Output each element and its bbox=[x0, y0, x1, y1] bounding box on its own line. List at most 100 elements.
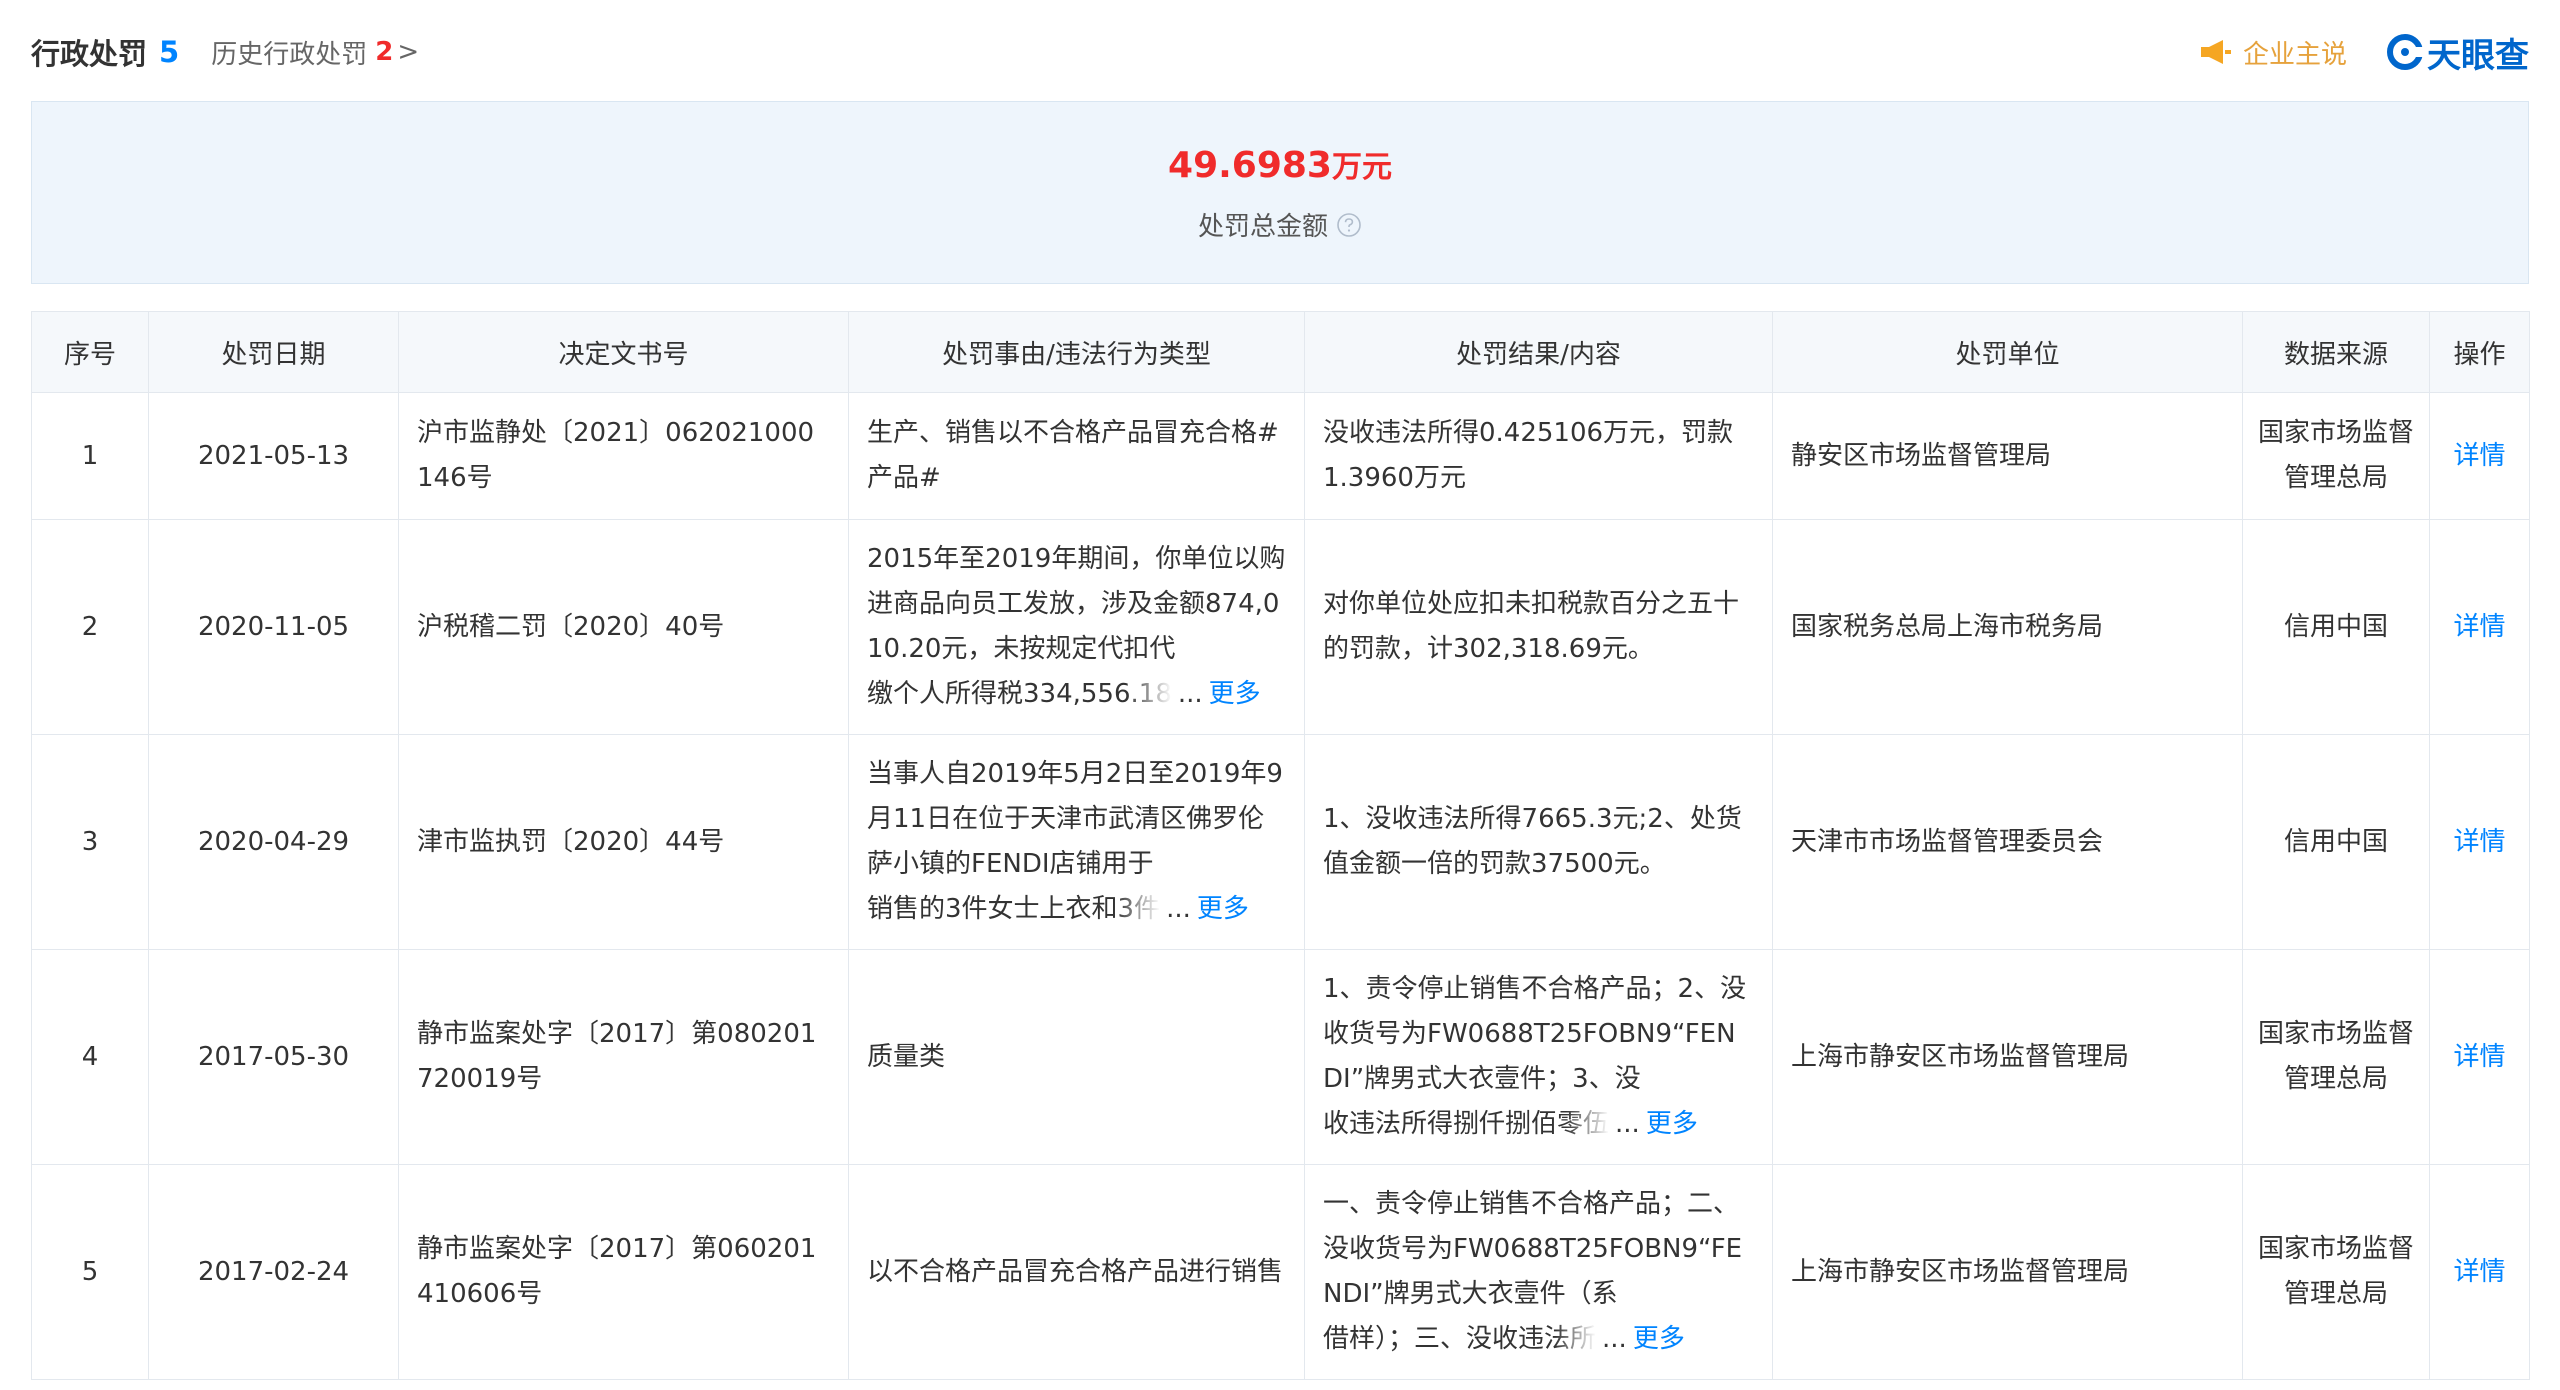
history-label: 历史行政处罚 bbox=[211, 39, 368, 70]
enterprise-statement-button[interactable]: 企业主说 bbox=[2199, 34, 2347, 71]
cell-date: 2017-02-24 bbox=[148, 1164, 399, 1380]
tianyancha-logo-icon bbox=[2387, 34, 2423, 70]
total-amount: 49.6983万元 bbox=[32, 142, 2528, 186]
megaphone-icon bbox=[2200, 40, 2231, 64]
cell-index: 5 bbox=[31, 1164, 149, 1380]
cell-index: 2 bbox=[31, 519, 149, 735]
cell-doc-no: 津市监执罚〔2020〕44号 bbox=[398, 734, 849, 950]
total-amount-caption: 处罚总金额 bbox=[1197, 212, 1328, 242]
ellipsis: ... bbox=[1602, 1324, 1627, 1354]
cell-reason: 生产、销售以不合格产品冒充合格#产品# bbox=[848, 392, 1305, 520]
cell-doc-no: 沪税稽二罚〔2020〕40号 bbox=[398, 519, 849, 735]
cell-index: 4 bbox=[31, 949, 149, 1165]
column-header: 序号 bbox=[31, 311, 149, 393]
detail-link[interactable]: 详情 bbox=[2453, 612, 2505, 642]
cell-action: 详情 bbox=[2429, 734, 2530, 950]
cell-source: 信用中国 bbox=[2242, 519, 2430, 735]
enterprise-label: 企业主说 bbox=[2242, 39, 2347, 70]
result-text: 一、责令停止销售不合格产品；二、没收货号为FW0688T25FOBN9“FEND… bbox=[1323, 1189, 1743, 1309]
table-row: 3 2020-04-29 津市监执罚〔2020〕44号 当事人自2019年5月2… bbox=[31, 734, 2530, 950]
cell-unit: 静安区市场监督管理局 bbox=[1772, 392, 2243, 520]
cell-result: 1、没收违法所得7665.3元;2、处货值金额一倍的罚款37500元。 bbox=[1304, 734, 1773, 950]
cell-reason: 2015年至2019年期间，你单位以购进商品向员工发放，涉及金额874,010.… bbox=[848, 519, 1305, 735]
penalty-summary: 49.6983万元 处罚总金额 bbox=[31, 101, 2529, 284]
header-right: 企业主说 天眼查 bbox=[2199, 28, 2529, 77]
cell-index: 1 bbox=[31, 392, 149, 520]
penalty-table: 序号 处罚日期 决定文书号 处罚事由/违法行为类型 处罚结果/内容 处罚单位 数… bbox=[31, 311, 2530, 1380]
more-link[interactable]: 更多 bbox=[1646, 1102, 1698, 1147]
cell-result: 对你单位处应扣未扣税款百分之五十的罚款，计302,318.69元。 bbox=[1304, 519, 1773, 735]
cell-action: 详情 bbox=[2429, 392, 2530, 520]
table-header-row: 序号 处罚日期 决定文书号 处罚事由/违法行为类型 处罚结果/内容 处罚单位 数… bbox=[31, 311, 2530, 393]
more-link[interactable]: 更多 bbox=[1197, 887, 1249, 932]
cell-reason: 以不合格产品冒充合格产品进行销售 bbox=[848, 1164, 1305, 1380]
question-circle-icon[interactable] bbox=[1336, 212, 1362, 238]
result-text-tail: 借样）；三、没收违法所 bbox=[1323, 1324, 1597, 1354]
cell-reason: 当事人自2019年5月2日至2019年9月11日在位于天津市武清区佛罗伦萨小镇的… bbox=[848, 734, 1305, 950]
chevron-right-icon: > bbox=[397, 37, 420, 67]
cell-date: 2020-11-05 bbox=[148, 519, 399, 735]
cell-date: 2021-05-13 bbox=[148, 392, 399, 520]
table-row: 1 2021-05-13 沪市监静处〔2021〕062021000146号 生产… bbox=[31, 392, 2530, 520]
cell-date: 2020-04-29 bbox=[148, 734, 399, 950]
cell-action: 详情 bbox=[2429, 949, 2530, 1165]
column-header: 处罚日期 bbox=[148, 311, 399, 393]
total-amount-label: 处罚总金额 bbox=[32, 206, 2528, 243]
cell-source: 国家市场监督管理总局 bbox=[2242, 949, 2430, 1165]
cell-unit: 国家税务总局上海市税务局 bbox=[1772, 519, 2243, 735]
cell-reason: 质量类 bbox=[848, 949, 1305, 1165]
cell-action: 详情 bbox=[2429, 1164, 2530, 1380]
total-amount-unit: 万元 bbox=[1331, 150, 1392, 185]
column-header: 数据来源 bbox=[2242, 311, 2430, 393]
result-text: 1、责令停止销售不合格产品；2、没收货号为FW0688T25FOBN9“FEND… bbox=[1323, 974, 1747, 1094]
table-row: 4 2017-05-30 静市监案处字〔2017〕第080201720019号 … bbox=[31, 949, 2530, 1165]
column-header: 处罚结果/内容 bbox=[1304, 311, 1773, 393]
result-text-tail: 收违法所得捌仟捌佰零伍 bbox=[1323, 1109, 1610, 1139]
cell-source: 国家市场监督管理总局 bbox=[2242, 1164, 2430, 1380]
column-header: 处罚事由/违法行为类型 bbox=[848, 311, 1305, 393]
cell-doc-no: 沪市监静处〔2021〕062021000146号 bbox=[398, 392, 849, 520]
cell-unit: 上海市静安区市场监督管理局 bbox=[1772, 949, 2243, 1165]
cell-result: 一、责令停止销售不合格产品；二、没收货号为FW0688T25FOBN9“FEND… bbox=[1304, 1164, 1773, 1380]
cell-result: 没收违法所得0.425106万元，罚款1.3960万元 bbox=[1304, 392, 1773, 520]
column-header: 操作 bbox=[2429, 311, 2530, 393]
history-count: 2 bbox=[375, 37, 394, 67]
reason-text-tail: 缴个人所得税334,556.18 bbox=[867, 679, 1172, 709]
reason-more-line: 缴个人所得税334,556.18 ... 更多 bbox=[867, 672, 1286, 717]
cell-action: 详情 bbox=[2429, 519, 2530, 735]
cell-doc-no: 静市监案处字〔2017〕第080201720019号 bbox=[398, 949, 849, 1165]
cell-result: 1、责令停止销售不合格产品；2、没收货号为FW0688T25FOBN9“FEND… bbox=[1304, 949, 1773, 1165]
table-row: 5 2017-02-24 静市监案处字〔2017〕第060201410606号 … bbox=[31, 1164, 2530, 1380]
section-count: 5 bbox=[159, 35, 180, 69]
brand-label: 天眼查 bbox=[2427, 35, 2529, 76]
cell-source: 国家市场监督管理总局 bbox=[2242, 392, 2430, 520]
cell-unit: 天津市市场监督管理委员会 bbox=[1772, 734, 2243, 950]
reason-text-tail: 销售的3件女士上衣和3件 bbox=[867, 894, 1161, 924]
more-link[interactable]: 更多 bbox=[1209, 672, 1261, 717]
history-penalty-link[interactable]: 历史行政处罚 2 > bbox=[211, 34, 419, 71]
section-title: 行政处罚 bbox=[31, 37, 148, 71]
detail-link[interactable]: 详情 bbox=[2453, 1042, 2505, 1072]
reason-text: 当事人自2019年5月2日至2019年9月11日在位于天津市武清区佛罗伦萨小镇的… bbox=[867, 759, 1283, 879]
brand-logo: 天眼查 bbox=[2387, 28, 2529, 77]
ellipsis: ... bbox=[1177, 679, 1203, 709]
ellipsis: ... bbox=[1615, 1109, 1640, 1139]
page: 行政处罚 5 历史行政处罚 2 > 企业主说 天眼查 49.6983万元 处罚总… bbox=[0, 0, 2560, 1390]
ellipsis: ... bbox=[1166, 894, 1191, 924]
cell-doc-no: 静市监案处字〔2017〕第060201410606号 bbox=[398, 1164, 849, 1380]
more-link[interactable]: 更多 bbox=[1633, 1317, 1685, 1362]
total-amount-value: 49.6983 bbox=[1168, 145, 1332, 186]
cell-date: 2017-05-30 bbox=[148, 949, 399, 1165]
result-more-line: 收违法所得捌仟捌佰零伍 ... 更多 bbox=[1323, 1102, 1754, 1147]
reason-more-line: 销售的3件女士上衣和3件 ... 更多 bbox=[867, 887, 1286, 932]
section-header: 行政处罚 5 历史行政处罚 2 > 企业主说 天眼查 bbox=[31, 22, 2529, 82]
cell-index: 3 bbox=[31, 734, 149, 950]
cell-unit: 上海市静安区市场监督管理局 bbox=[1772, 1164, 2243, 1380]
detail-link[interactable]: 详情 bbox=[2453, 441, 2505, 471]
reason-text: 2015年至2019年期间，你单位以购进商品向员工发放，涉及金额874,010.… bbox=[867, 544, 1286, 664]
detail-link[interactable]: 详情 bbox=[2453, 1257, 2505, 1287]
column-header: 决定文书号 bbox=[398, 311, 849, 393]
column-header: 处罚单位 bbox=[1772, 311, 2243, 393]
table-row: 2 2020-11-05 沪税稽二罚〔2020〕40号 2015年至2019年期… bbox=[31, 519, 2530, 735]
detail-link[interactable]: 详情 bbox=[2453, 827, 2505, 857]
